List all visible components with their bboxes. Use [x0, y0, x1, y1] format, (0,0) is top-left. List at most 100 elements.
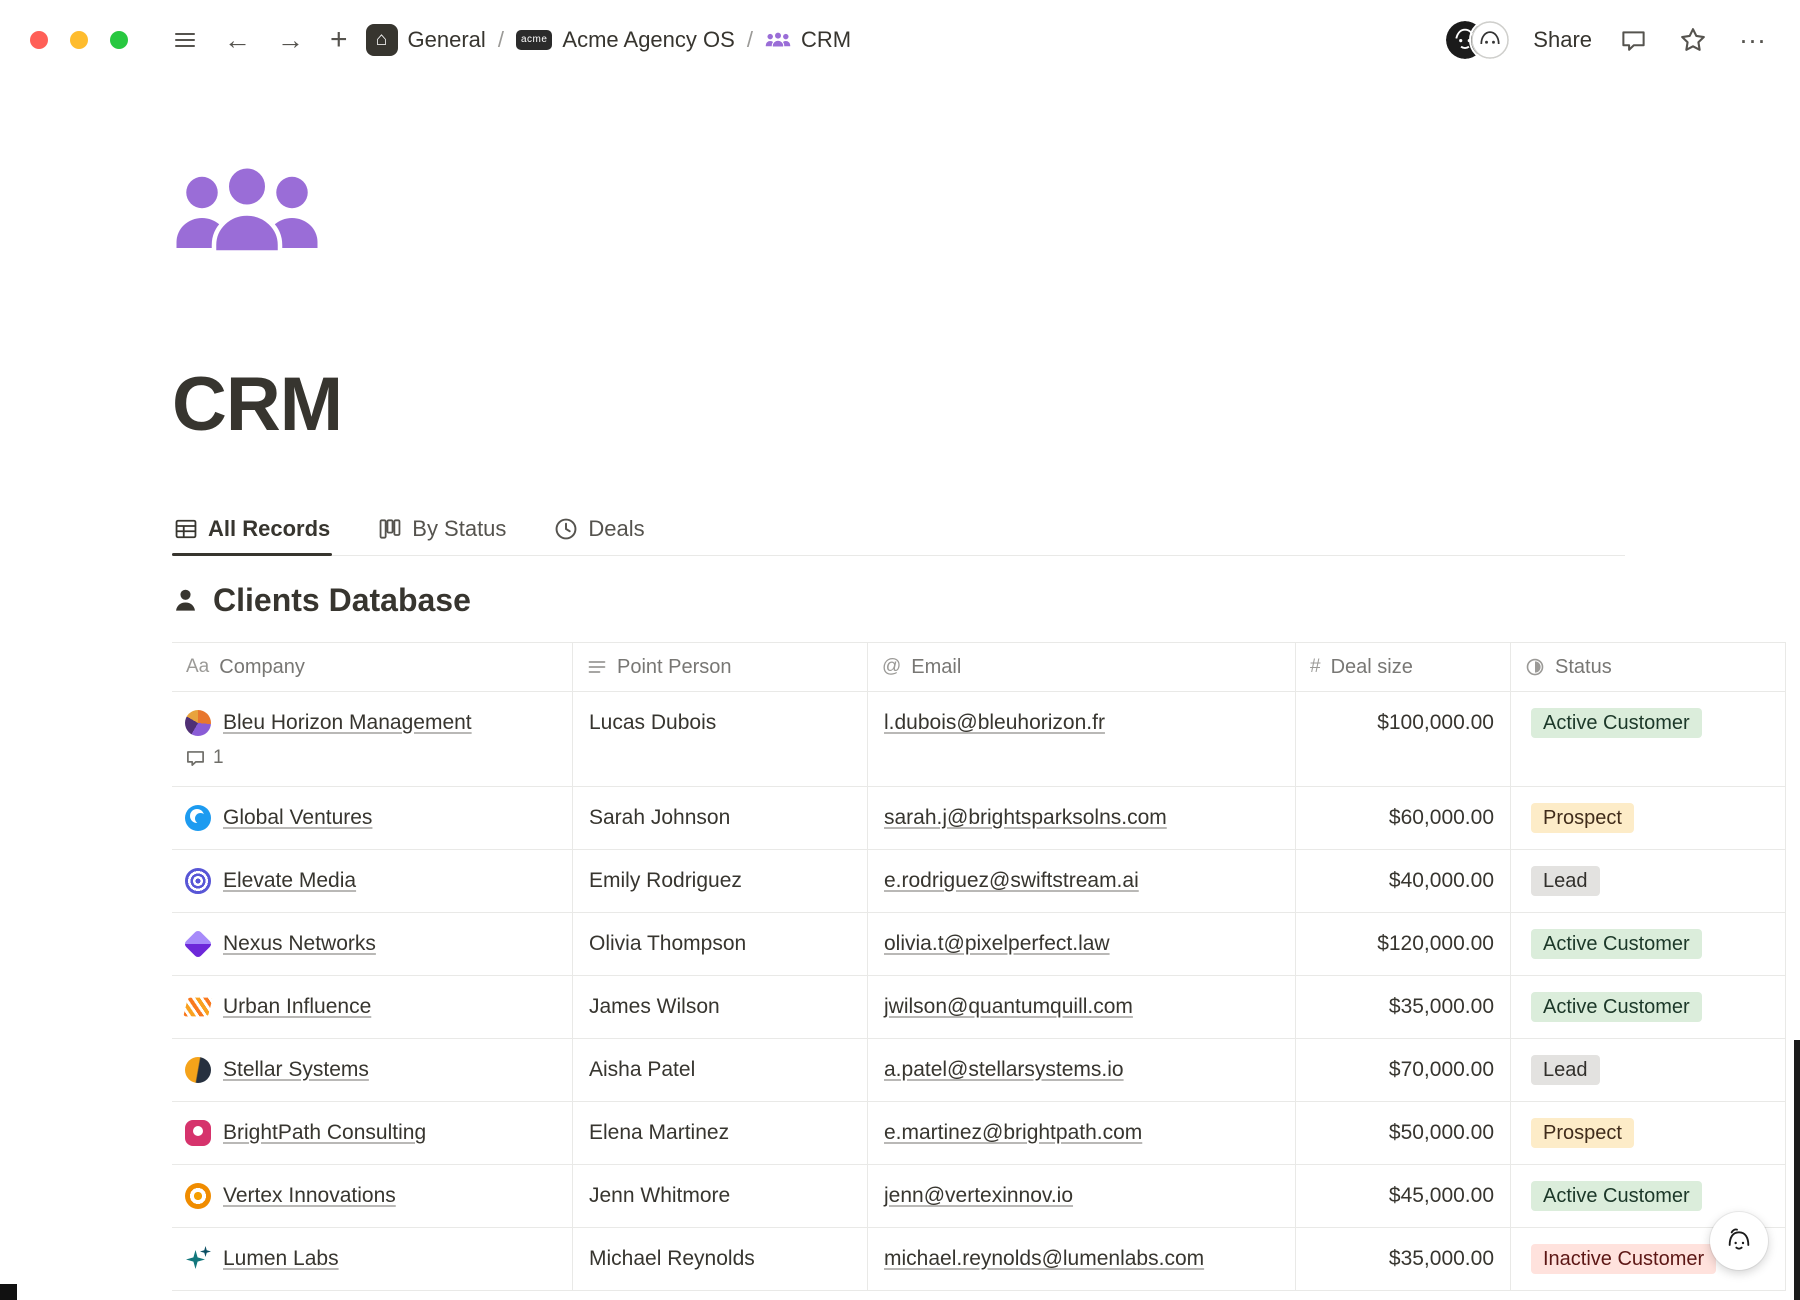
tab-all-records[interactable]: All Records — [172, 506, 332, 555]
app-window: ← → + ⌂ General / acme Acme Agency OS / — [0, 0, 1800, 1300]
email-cell[interactable]: jwilson@quantumquill.com — [868, 976, 1296, 1038]
status-cell[interactable]: Active Customer — [1511, 913, 1786, 975]
tab-by-status[interactable]: By Status — [376, 506, 508, 555]
company-link[interactable]: Bleu Horizon Management — [223, 708, 472, 738]
email-link[interactable]: sarah.j@brightsparksolns.com — [884, 803, 1167, 833]
column-header-company[interactable]: Aa Company — [172, 643, 573, 691]
point-person-cell[interactable]: Jenn Whitmore — [573, 1165, 868, 1227]
minimize-window-button[interactable] — [70, 31, 88, 49]
point-person-cell[interactable]: Elena Martinez — [573, 1102, 868, 1164]
status-cell[interactable]: Active Customer — [1511, 976, 1786, 1038]
email-link[interactable]: jwilson@quantumquill.com — [884, 992, 1133, 1022]
email-cell[interactable]: michael.reynolds@lumenlabs.com — [868, 1228, 1296, 1290]
status-cell[interactable]: Lead — [1511, 1039, 1786, 1101]
deal-size-value: $40,000.00 — [1389, 866, 1494, 896]
email-property-icon: @ — [882, 656, 901, 678]
deal-size-cell[interactable]: $50,000.00 — [1296, 1102, 1511, 1164]
tab-deals[interactable]: Deals — [552, 506, 646, 555]
status-cell[interactable]: Lead — [1511, 850, 1786, 912]
breadcrumb-separator: / — [747, 27, 753, 53]
deal-size-cell[interactable]: $35,000.00 — [1296, 1228, 1511, 1290]
sidebar-toggle-icon[interactable] — [168, 29, 202, 52]
company-link[interactable]: BrightPath Consulting — [223, 1118, 426, 1148]
point-person-cell[interactable]: Olivia Thompson — [573, 913, 868, 975]
email-link[interactable]: l.dubois@bleuhorizon.fr — [884, 708, 1105, 738]
company-link[interactable]: Urban Influence — [223, 992, 371, 1022]
table-row: Urban Influence James Wilson jwilson@qua… — [172, 976, 1786, 1039]
deal-size-cell[interactable]: $45,000.00 — [1296, 1165, 1511, 1227]
email-link[interactable]: e.martinez@brightpath.com — [884, 1118, 1142, 1148]
company-link[interactable]: Lumen Labs — [223, 1244, 339, 1274]
company-link[interactable]: Nexus Networks — [223, 929, 376, 959]
zoom-window-button[interactable] — [110, 31, 128, 49]
point-person-cell[interactable]: Sarah Johnson — [573, 787, 868, 849]
status-cell[interactable]: Active Customer — [1511, 692, 1786, 786]
status-cell[interactable]: Prospect — [1511, 1102, 1786, 1164]
deal-size-value: $120,000.00 — [1377, 929, 1494, 959]
more-options-icon[interactable]: ··· — [1735, 23, 1770, 58]
email-cell[interactable]: e.rodriguez@swiftstream.ai — [868, 850, 1296, 912]
page-icon-people[interactable] — [172, 158, 322, 266]
status-cell[interactable]: Prospect — [1511, 787, 1786, 849]
collaborator-avatars[interactable] — [1446, 21, 1509, 59]
column-header-deal-size[interactable]: # Deal size — [1296, 643, 1511, 691]
point-person-cell[interactable]: Lucas Dubois — [573, 692, 868, 786]
text-property-icon — [587, 657, 607, 677]
email-cell[interactable]: jenn@vertexinnov.io — [868, 1165, 1296, 1227]
email-cell[interactable]: a.patel@stellarsystems.io — [868, 1039, 1296, 1101]
breadcrumb-item-acme-agency-os[interactable]: acme Acme Agency OS — [516, 27, 735, 53]
company-link[interactable]: Stellar Systems — [223, 1055, 369, 1085]
point-person-cell[interactable]: James Wilson — [573, 976, 868, 1038]
deal-size-cell[interactable]: $120,000.00 — [1296, 913, 1511, 975]
email-cell[interactable]: sarah.j@brightsparksolns.com — [868, 787, 1296, 849]
ai-assistant-button[interactable] — [1710, 1212, 1768, 1270]
company-cell[interactable]: Lumen Labs — [172, 1228, 573, 1290]
deal-size-cell[interactable]: $60,000.00 — [1296, 787, 1511, 849]
point-person-cell[interactable]: Emily Rodriguez — [573, 850, 868, 912]
table-body: Bleu Horizon Management 1 Lucas Dubois l… — [172, 692, 1786, 1291]
share-button[interactable]: Share — [1533, 27, 1592, 53]
column-header-status[interactable]: Status — [1511, 643, 1786, 691]
deal-size-cell[interactable]: $70,000.00 — [1296, 1039, 1511, 1101]
company-logo-icon — [183, 998, 212, 1017]
company-cell[interactable]: Bleu Horizon Management 1 — [172, 692, 573, 786]
company-cell[interactable]: Stellar Systems — [172, 1039, 573, 1101]
table-header-row: Aa Company Point Person @ Email # Deal s… — [172, 642, 1786, 692]
close-window-button[interactable] — [30, 31, 48, 49]
deal-size-cell[interactable]: $40,000.00 — [1296, 850, 1511, 912]
email-cell[interactable]: l.dubois@bleuhorizon.fr — [868, 692, 1296, 786]
breadcrumb-item-crm[interactable]: CRM — [765, 27, 851, 53]
column-header-email[interactable]: @ Email — [868, 643, 1296, 691]
email-cell[interactable]: olivia.t@pixelperfect.law — [868, 913, 1296, 975]
favorite-star-icon[interactable] — [1675, 22, 1711, 58]
point-person-cell[interactable]: Michael Reynolds — [573, 1228, 868, 1290]
company-logo-icon — [185, 1120, 211, 1146]
email-link[interactable]: e.rodriguez@swiftstream.ai — [884, 866, 1139, 896]
company-link[interactable]: Vertex Innovations — [223, 1181, 396, 1211]
company-cell[interactable]: Vertex Innovations — [172, 1165, 573, 1227]
forward-icon[interactable]: → — [273, 23, 308, 58]
comments-icon[interactable] — [1616, 23, 1651, 58]
company-link[interactable]: Elevate Media — [223, 866, 356, 896]
deal-size-cell[interactable]: $35,000.00 — [1296, 976, 1511, 1038]
email-link[interactable]: a.patel@stellarsystems.io — [884, 1055, 1124, 1085]
new-page-icon[interactable]: + — [326, 21, 352, 59]
column-header-point-person[interactable]: Point Person — [573, 643, 868, 691]
company-cell[interactable]: Global Ventures — [172, 787, 573, 849]
email-link[interactable]: michael.reynolds@lumenlabs.com — [884, 1244, 1204, 1274]
back-icon[interactable]: ← — [220, 23, 255, 58]
company-cell[interactable]: Nexus Networks — [172, 913, 573, 975]
point-person-cell[interactable]: Aisha Patel — [573, 1039, 868, 1101]
page-body: CRM All Records By Status Deals — [0, 158, 1800, 1291]
company-link[interactable]: Global Ventures — [223, 803, 372, 833]
email-link[interactable]: olivia.t@pixelperfect.law — [884, 929, 1110, 959]
email-link[interactable]: jenn@vertexinnov.io — [884, 1181, 1073, 1211]
email-cell[interactable]: e.martinez@brightpath.com — [868, 1102, 1296, 1164]
comment-indicator[interactable]: 1 — [185, 746, 224, 770]
breadcrumb-item-general[interactable]: ⌂ General — [366, 24, 486, 56]
company-cell[interactable]: Urban Influence — [172, 976, 573, 1038]
person-icon — [172, 587, 199, 614]
company-cell[interactable]: BrightPath Consulting — [172, 1102, 573, 1164]
deal-size-cell[interactable]: $100,000.00 — [1296, 692, 1511, 786]
company-cell[interactable]: Elevate Media — [172, 850, 573, 912]
